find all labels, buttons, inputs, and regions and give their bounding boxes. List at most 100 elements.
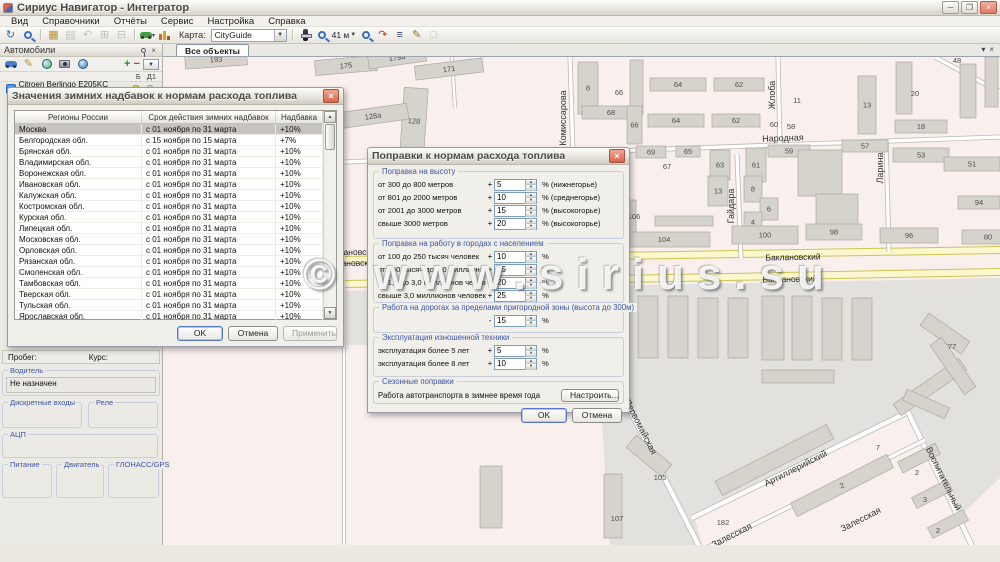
dialog-close-icon[interactable]: × — [323, 89, 339, 103]
spin-input[interactable]: 20▲▼ — [494, 277, 537, 289]
menu-item-5[interactable]: Справка — [261, 16, 312, 27]
chart-icon[interactable] — [157, 28, 172, 42]
spin-input[interactable]: 10▲▼ — [494, 251, 537, 263]
panel-title: Автомобили — [4, 45, 139, 55]
ok-button[interactable]: OK — [177, 326, 223, 341]
table-row[interactable]: Белгородская обл.с 15 ноября по 15 марта… — [15, 135, 323, 146]
table-row[interactable]: Владимирская обл.с 01 ноября по 31 марта… — [15, 157, 323, 168]
menu-item-4[interactable]: Настройка — [200, 16, 261, 27]
table-row[interactable]: Курская обл.с 01 ноября по 31 марта+10% — [15, 212, 323, 223]
configure-button[interactable]: Настроить... — [561, 389, 619, 402]
ok-button[interactable]: OK — [521, 408, 567, 423]
combo-drop-icon[interactable]: ▼ — [274, 30, 286, 41]
spin-down-icon[interactable]: ▼ — [525, 211, 536, 217]
menu-item-2[interactable]: Отчёты — [107, 16, 154, 27]
apply-button[interactable]: Применить — [283, 326, 337, 341]
edit-note-icon[interactable]: ✎ — [409, 28, 424, 42]
spin-down-icon[interactable]: ▼ — [525, 321, 536, 327]
maximize-button[interactable]: ❐ — [961, 1, 978, 14]
zoom-in-icon[interactable] — [315, 28, 330, 42]
table-row[interactable]: Воронежская обл.с 01 ноября по 31 марта+… — [15, 168, 323, 179]
spin-down-icon[interactable]: ▼ — [525, 198, 536, 204]
spin-down-icon[interactable]: ▼ — [525, 296, 536, 302]
column-header[interactable]: Надбавка — [276, 111, 323, 123]
add-vehicle-button[interactable]: + — [124, 58, 130, 70]
legend-icon[interactable]: ≡ — [392, 28, 407, 42]
spin-input[interactable]: 5▲▼ — [494, 345, 537, 357]
spin-down-icon[interactable]: ▼ — [525, 185, 536, 191]
column-header[interactable]: Регионы России — [15, 111, 142, 123]
building-number: 67 — [663, 162, 671, 171]
dialog-title: Значения зимних надбавок к нормам расход… — [12, 90, 297, 102]
spin-down-icon[interactable]: ▼ — [525, 224, 536, 230]
building-number: 51 — [968, 160, 976, 169]
cancel-button[interactable]: Отмена — [228, 326, 278, 341]
menu-item-1[interactable]: Справочники — [35, 16, 107, 27]
table-scrollbar[interactable]: ▲ ▼ — [323, 111, 336, 319]
map-scale[interactable]: 41 м ▼ — [332, 30, 357, 40]
table-row[interactable]: Рязанская обл.с 01 ноября по 31 марта+10… — [15, 256, 323, 267]
spin-input[interactable]: 15▲▼ — [494, 264, 537, 276]
spin-down-icon[interactable]: ▼ — [525, 257, 536, 263]
remove-vehicle-button[interactable]: − — [134, 58, 140, 70]
dialog-close-icon[interactable]: × — [609, 149, 625, 163]
scroll-down-icon[interactable]: ▼ — [324, 307, 336, 319]
edit-vehicle-icon[interactable]: ✎ — [21, 57, 36, 71]
pin-icon[interactable] — [139, 46, 149, 55]
spin-down-icon[interactable]: ▼ — [525, 270, 536, 276]
table-row[interactable]: Смоленская обл.с 01 ноября по 31 марта+1… — [15, 267, 323, 278]
spin-input[interactable]: 10▲▼ — [494, 192, 537, 204]
tab-close-icon[interactable]: × — [989, 45, 994, 54]
spin-input[interactable]: 15▲▼ — [494, 315, 537, 327]
zoom-out-icon[interactable] — [358, 28, 373, 42]
panel-close-icon[interactable]: × — [149, 46, 158, 55]
scroll-thumb[interactable] — [325, 124, 335, 150]
refresh-icon[interactable]: ↻ — [3, 28, 18, 42]
table-row[interactable]: Брянская обл.с 01 ноября по 31 марта+10% — [15, 146, 323, 157]
table-row[interactable]: Калужская обл.с 01 ноября по 31 марта+10… — [15, 190, 323, 201]
spin-down-icon[interactable]: ▼ — [525, 283, 536, 289]
table-row[interactable]: Орловская обл.с 01 ноября по 31 марта+10… — [15, 245, 323, 256]
globe-green-icon[interactable] — [39, 57, 54, 71]
spin-input[interactable]: 25▲▼ — [494, 290, 537, 302]
spin-input[interactable]: 5▲▼ — [494, 179, 537, 191]
view-drop-button[interactable]: ▼ — [143, 59, 159, 70]
tree-column-Д1[interactable]: Д1 — [147, 72, 156, 81]
table-row[interactable]: Липецкая обл.с 01 ноября по 31 марта+10% — [15, 223, 323, 234]
spin-down-icon[interactable]: ▼ — [525, 364, 536, 370]
table-row[interactable]: Костромская обл.с 01 ноября по 31 марта+… — [15, 201, 323, 212]
find-vehicle-icon[interactable] — [3, 57, 18, 71]
table-row[interactable]: Тамбовская обл.с 01 ноября по 31 марта+1… — [15, 278, 323, 289]
cancel-button[interactable]: Отмена — [572, 408, 622, 423]
spin-input[interactable]: 15▲▼ — [494, 205, 537, 217]
table-row[interactable]: Ярославская обл.с 01 ноября по 31 марта+… — [15, 311, 323, 320]
table-row[interactable]: Москвас 01 ноября по 31 марта+10% — [15, 124, 323, 135]
menu-item-3[interactable]: Сервис — [154, 16, 201, 27]
photo-icon[interactable] — [57, 57, 72, 71]
column-header[interactable]: Срок действия зимних надбавок — [142, 111, 276, 123]
table-header[interactable]: Регионы РоссииСрок действия зимних надба… — [15, 111, 323, 124]
search-icon[interactable] — [20, 28, 35, 42]
vehicle-icon[interactable]: ▾ — [140, 28, 155, 42]
globe-blue-icon[interactable] — [75, 57, 90, 71]
table-row[interactable]: Тульская обл.с 01 ноября по 31 марта+10% — [15, 300, 323, 311]
spin-input[interactable]: 20▲▼ — [494, 218, 537, 230]
close-button[interactable]: × — [980, 1, 997, 14]
table-row[interactable]: Тверская обл.с 01 ноября по 31 марта+10% — [15, 289, 323, 300]
tab-drop-icon[interactable]: ▾ — [981, 45, 985, 54]
route-edit-icon[interactable]: ▦ — [46, 28, 61, 42]
scale-caret-icon[interactable]: ▼ — [350, 32, 356, 38]
scroll-up-icon[interactable]: ▲ — [324, 111, 336, 123]
table-row[interactable]: Ивановская обл.с 01 ноября по 31 марта+1… — [15, 179, 323, 190]
track-slider-icon[interactable] — [298, 28, 313, 42]
goto-icon[interactable]: ↷ — [375, 28, 390, 42]
map-provider-combo[interactable]: CityGuide ▼ — [211, 29, 287, 42]
minimize-button[interactable]: ─ — [942, 1, 959, 14]
spin-down-icon[interactable]: ▼ — [525, 351, 536, 357]
spin-input[interactable]: 10▲▼ — [494, 358, 537, 370]
tree-column-Б[interactable]: Б — [136, 72, 141, 81]
menu-item-0[interactable]: Вид — [4, 16, 35, 27]
tab-all-objects[interactable]: Все объекты — [176, 44, 249, 56]
table-row[interactable]: Московская обл.с 01 ноября по 31 марта+1… — [15, 234, 323, 245]
regions-table[interactable]: Москвас 01 ноября по 31 марта+10%Белгоро… — [15, 124, 323, 320]
